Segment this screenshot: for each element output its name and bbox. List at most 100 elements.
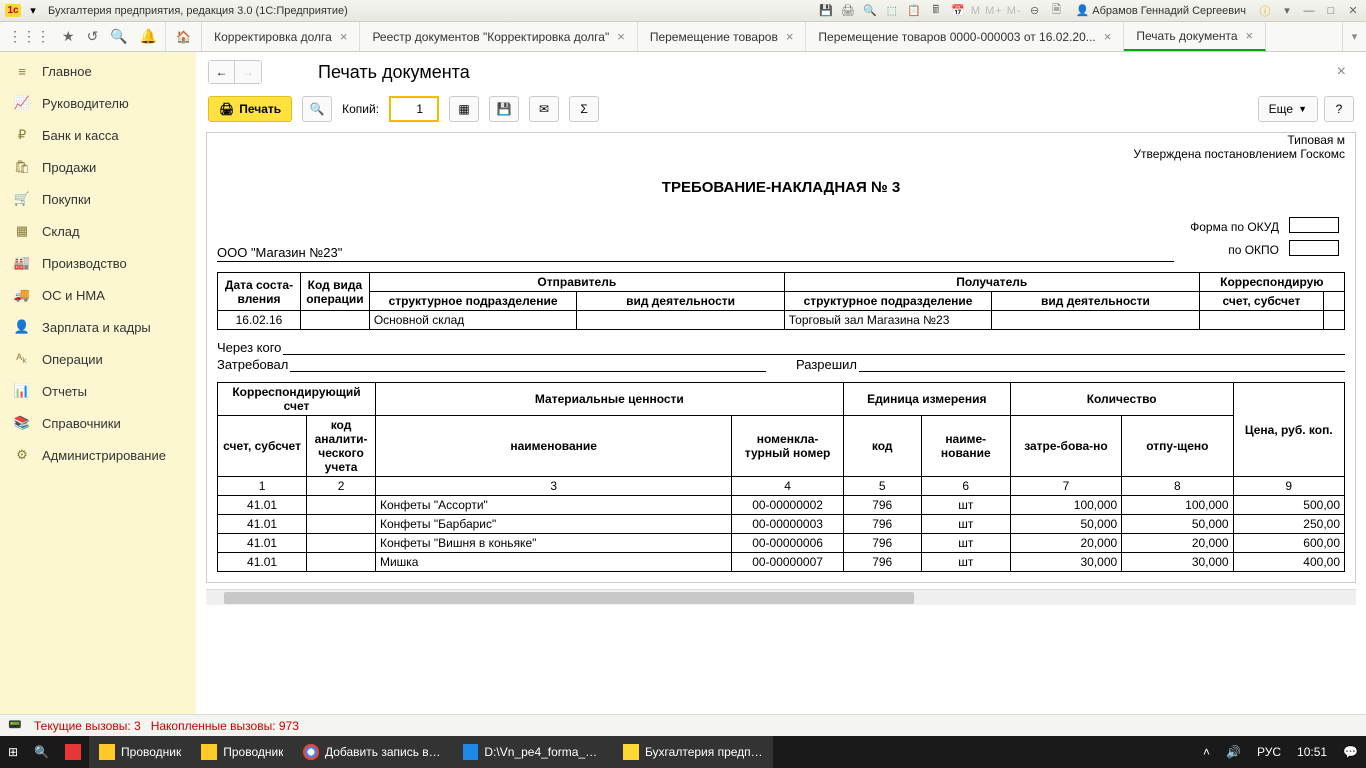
maximize-icon[interactable]: □ xyxy=(1322,2,1340,20)
clipboard-icon[interactable]: 📋 xyxy=(905,2,923,20)
template-button[interactable]: ▦ xyxy=(449,96,479,122)
tab-label: Печать документа xyxy=(1136,29,1237,43)
sidebar-item[interactable]: ▦Склад xyxy=(0,215,196,247)
save-button[interactable]: 💾 xyxy=(489,96,519,122)
notify-icon[interactable]: 🔔 xyxy=(140,28,157,45)
document-tab[interactable]: Корректировка долга × xyxy=(202,22,360,51)
taskbar-app[interactable]: D:\Vn_pe4_forma_M1... xyxy=(453,736,613,768)
sidebar-item[interactable]: ≡Главное xyxy=(0,56,196,87)
tab-close-icon[interactable]: × xyxy=(786,29,794,44)
sidebar-label: Администрирование xyxy=(42,448,166,463)
document-tab[interactable]: Перемещение товаров× xyxy=(638,22,807,51)
calc-icon[interactable]: 🖩 xyxy=(927,2,945,20)
email-button[interactable]: ✉ xyxy=(529,96,559,122)
user-label[interactable]: 👤Абрамов Геннадий Сергеевич xyxy=(1076,4,1246,17)
sidebar-item[interactable]: 🏭 Производство xyxy=(0,247,196,279)
zoom-out-icon[interactable]: ⊖ xyxy=(1026,2,1044,20)
taskbar-app[interactable]: Бухгалтерия предпр... xyxy=(613,736,773,768)
home-tab[interactable]: 🏠 xyxy=(166,22,202,51)
pinned-app[interactable] xyxy=(57,736,89,768)
sidebar-item[interactable]: 🛍Продажи xyxy=(0,151,196,183)
save-icon[interactable]: 💾 xyxy=(817,2,835,20)
sidebar-icon: ᴬₖ xyxy=(14,351,30,367)
form-codes: Форма по ОКУД по ОКПО xyxy=(1184,214,1345,262)
taskbar-app[interactable]: Проводник xyxy=(89,736,191,768)
start-button[interactable]: ⊞ xyxy=(0,736,26,768)
app-icon: 1c xyxy=(4,2,22,20)
preview-button[interactable]: 🔍 xyxy=(302,96,332,122)
printer-icon: 🖨 xyxy=(219,102,234,116)
sidebar-icon: 📊 xyxy=(14,383,30,399)
tab-close-icon[interactable]: × xyxy=(1246,28,1254,43)
calendar-icon[interactable]: 📅 xyxy=(949,2,967,20)
tab-close-icon[interactable]: × xyxy=(617,29,625,44)
print-icon[interactable]: 🖨 xyxy=(839,2,857,20)
sidebar-item[interactable]: 📚Справочники xyxy=(0,407,196,439)
history-icon[interactable]: ↺ xyxy=(87,28,99,45)
taskbar-app-label: Проводник xyxy=(121,745,181,759)
document-tab[interactable]: Печать документа × xyxy=(1124,22,1266,51)
preview-icon[interactable]: 🔍 xyxy=(861,2,879,20)
sidebar-item[interactable]: 📈Руководителю xyxy=(0,87,196,119)
tray-volume-icon[interactable]: 🔊 xyxy=(1218,736,1249,768)
sidebar-label: Производство xyxy=(42,256,127,271)
document-viewport[interactable]: Типовая м Утверждена постановлением Госк… xyxy=(196,130,1366,714)
print-button[interactable]: 🖨 Печать xyxy=(208,96,292,122)
taskbar-app-icon xyxy=(201,744,217,760)
home-icon: 🏠 xyxy=(176,30,191,44)
tray-notifications-icon[interactable]: 💬 xyxy=(1335,736,1366,768)
sidebar-label: Главное xyxy=(42,64,92,79)
document-tab[interactable]: Перемещение товаров 0000-000003 от 16.02… xyxy=(806,22,1124,51)
zoom-in-icon[interactable]: 🗎 xyxy=(1048,2,1066,20)
taskbar-app[interactable]: Добавить запись в к... xyxy=(293,736,453,768)
info-icon[interactable]: ⓘ xyxy=(1256,2,1274,20)
chevron-down-icon: ▼ xyxy=(1298,104,1307,114)
horizontal-scrollbar[interactable] xyxy=(206,589,1356,605)
tab-label: Корректировка долга xyxy=(214,30,332,44)
sidebar-item[interactable]: ⚙Администрирование xyxy=(0,439,196,471)
sidebar-item[interactable]: ₽Банк и касса xyxy=(0,119,196,151)
document-tab[interactable]: Реестр документов "Корректировка долга"× xyxy=(360,22,637,51)
sidebar-label: Склад xyxy=(42,224,80,239)
help-button[interactable]: ? xyxy=(1324,96,1354,122)
dropdown-icon[interactable]: ▾ xyxy=(24,2,42,20)
sum-button[interactable]: Σ xyxy=(569,96,599,122)
search-tab-icon[interactable]: 🔍 xyxy=(110,28,127,45)
sidebar-icon: 🚚 xyxy=(14,287,30,303)
template-icon: ▦ xyxy=(458,102,469,116)
sidebar-item[interactable]: 📊Отчеты xyxy=(0,375,196,407)
table-row: 41.01Мишка00-00000007796шт30,00030,00040… xyxy=(218,553,1345,572)
header-table: Дата соста-вления Код вида операции Отпр… xyxy=(217,272,1345,330)
sidebar-item[interactable]: ᴬₖОперации xyxy=(0,343,196,375)
nav-back-button[interactable]: ← xyxy=(209,61,235,83)
tray-up-icon[interactable]: ˄ xyxy=(1195,736,1218,768)
favorite-icon[interactable]: ★ xyxy=(62,28,75,45)
compare-icon[interactable]: ⬚ xyxy=(883,2,901,20)
sidebar-item[interactable]: 🛒Покупки xyxy=(0,183,196,215)
close-window-icon[interactable]: ✕ xyxy=(1344,2,1362,20)
info-dropdown-icon[interactable]: ▾ xyxy=(1278,2,1296,20)
content-area: ← → Печать документа × 🖨 Печать 🔍 Копий:… xyxy=(196,52,1366,714)
tabs-overflow-icon[interactable]: ▾ xyxy=(1342,22,1366,51)
sidebar-item[interactable]: 🚚ОС и НМА xyxy=(0,279,196,311)
copies-input[interactable] xyxy=(389,96,439,122)
nav-forward-button[interactable]: → xyxy=(235,61,261,83)
taskbar-app-icon xyxy=(623,744,638,760)
more-button[interactable]: Еще ▼ xyxy=(1258,96,1318,122)
tab-close-icon[interactable]: × xyxy=(340,29,348,44)
sigma-icon: Σ xyxy=(580,102,587,116)
tray-time[interactable]: 10:51 xyxy=(1289,736,1335,768)
taskbar-app-label: Проводник xyxy=(223,745,283,759)
tab-close-icon[interactable]: × xyxy=(1104,29,1112,44)
sidebar-label: Покупки xyxy=(42,192,91,207)
taskbar-app[interactable]: Проводник xyxy=(191,736,293,768)
tab-bar: ⋮⋮⋮ ★ ↺ 🔍 🔔 🏠 Корректировка долга×Реестр… xyxy=(0,22,1366,52)
tray-lang[interactable]: РУС xyxy=(1249,736,1289,768)
search-taskbar-icon[interactable]: 🔍 xyxy=(26,736,57,768)
sidebar-item[interactable]: 👤Зарплата и кадры xyxy=(0,311,196,343)
sidebar-icon: 🏭 xyxy=(14,255,30,271)
copies-label: Копий: xyxy=(342,102,379,116)
apps-icon[interactable]: ⋮⋮⋮ xyxy=(8,28,50,45)
minimize-icon[interactable]: — xyxy=(1300,2,1318,20)
close-content-icon[interactable]: × xyxy=(1337,63,1346,81)
